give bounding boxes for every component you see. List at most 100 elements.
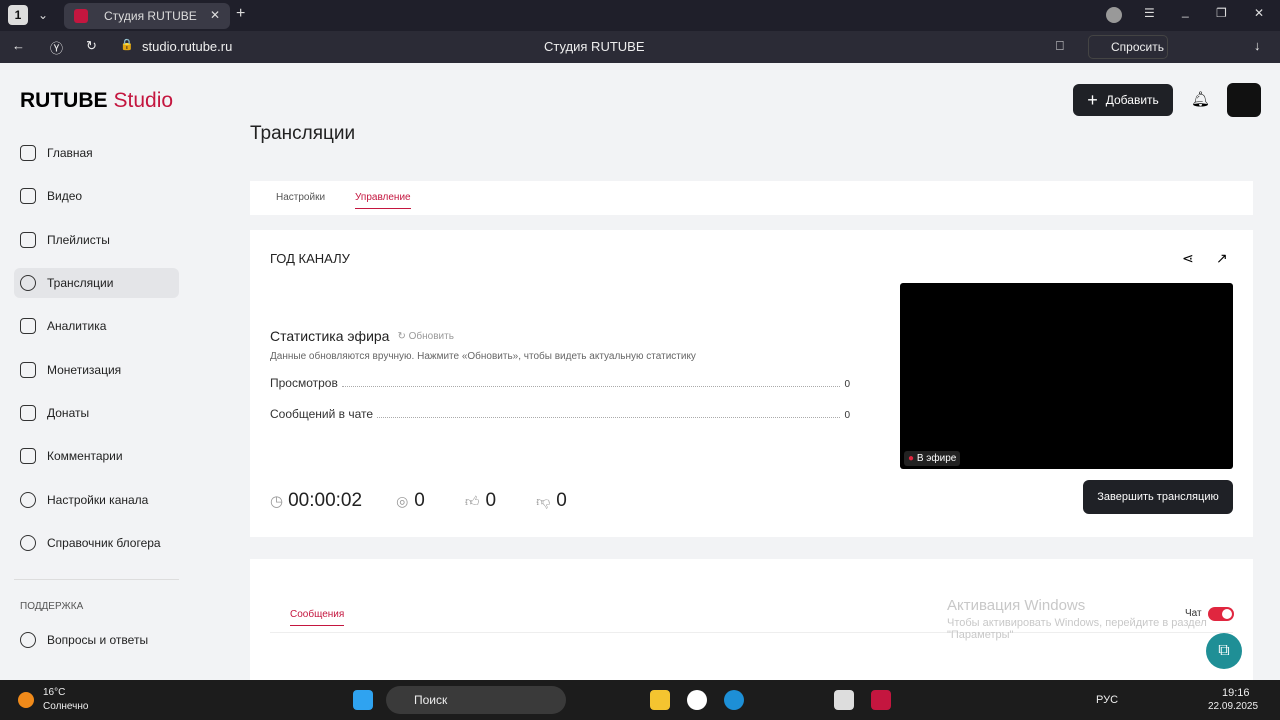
question-icon bbox=[20, 632, 36, 648]
video-icon bbox=[20, 188, 36, 204]
nav-label: Трансляции bbox=[47, 276, 114, 290]
sidebar-item-comments[interactable]: Комментарии bbox=[14, 441, 179, 471]
nav-label: Справочник блогера bbox=[47, 536, 161, 550]
download-icon[interactable]: ↓ bbox=[1254, 38, 1261, 53]
stat-label: Сообщений в чате bbox=[270, 407, 374, 421]
live-badge: ● В эфире bbox=[904, 451, 961, 466]
lang-indicator[interactable]: РУС bbox=[1096, 694, 1118, 706]
nav-label: Аналитика bbox=[47, 319, 107, 333]
stats-title: Статистика эфира bbox=[270, 328, 390, 344]
studio-page: RUTUBE Studio + Добавить 🔔︎ Главная Видео … bbox=[0, 63, 1268, 680]
ask-button[interactable]: Спросить bbox=[1088, 35, 1168, 59]
stat-label: Просмотров bbox=[270, 376, 338, 390]
browser-tab[interactable]: Студия RUTUBE ✕ bbox=[64, 3, 230, 29]
weather-icon bbox=[18, 692, 34, 708]
bookmark-icon[interactable]: ⎕ bbox=[1056, 38, 1064, 54]
search-label: Поиск bbox=[414, 693, 448, 707]
edge-icon[interactable] bbox=[724, 690, 744, 710]
sidebar-item-donations[interactable]: Донаты bbox=[14, 398, 179, 428]
page-title: Трансляции bbox=[250, 123, 356, 144]
chevron-down-icon[interactable]: ⌄ bbox=[38, 8, 48, 22]
external-link-icon[interactable]: ↗ bbox=[1216, 250, 1228, 267]
clock-time[interactable]: 19:16 bbox=[1222, 687, 1250, 699]
reload-icon[interactable]: ↻ bbox=[86, 38, 97, 54]
rutube-favicon bbox=[74, 9, 88, 23]
stat-row-views: Просмотров 0 bbox=[270, 376, 850, 390]
dislike-count: 0 bbox=[556, 490, 567, 511]
stats-note: Данные обновляются вручную. Нажмите «Обн… bbox=[270, 351, 696, 362]
close-tab-icon[interactable]: ✕ bbox=[210, 8, 220, 22]
stream-metrics: ◷ 00:00:02 ◎ 0 👍︎ 0 👎︎ 0 bbox=[270, 490, 567, 512]
back-icon[interactable]: ← bbox=[12, 38, 25, 53]
nav-label: Вопросы и ответы bbox=[47, 633, 149, 647]
sidebar-divider bbox=[14, 579, 179, 580]
avatar[interactable] bbox=[1227, 83, 1261, 117]
windows-start-icon[interactable] bbox=[353, 690, 373, 710]
end-stream-button[interactable]: Завершить трансляцию bbox=[1083, 480, 1233, 514]
nav-label: Комментарии bbox=[47, 449, 123, 463]
tab-manage[interactable]: Управление bbox=[355, 192, 411, 209]
url-field[interactable]: studio.rutube.ru bbox=[142, 39, 232, 54]
tab-messages[interactable]: Сообщения bbox=[290, 609, 345, 626]
sidebar-item-streams[interactable]: Трансляции bbox=[14, 268, 179, 298]
yandex-icon[interactable]: Ⓨ bbox=[50, 38, 63, 57]
support-heading: ПОДДЕРЖКА bbox=[20, 601, 84, 612]
menu-icon[interactable]: ☰ bbox=[1144, 6, 1155, 20]
dislike-icon: 👎︎ bbox=[536, 492, 551, 509]
store-icon[interactable] bbox=[834, 690, 854, 710]
rutube-studio-logo[interactable]: RUTUBE Studio bbox=[20, 89, 173, 113]
tab-settings[interactable]: Настройки bbox=[276, 192, 325, 203]
acrobat-icon[interactable] bbox=[871, 690, 891, 710]
stat-value: 0 bbox=[844, 379, 850, 390]
refresh-button[interactable]: ↻ Обновить bbox=[397, 331, 453, 342]
weather-text: Солнечно bbox=[43, 701, 89, 712]
sidebar-item-video[interactable]: Видео bbox=[14, 181, 179, 211]
like-count: 0 bbox=[485, 490, 497, 511]
stream-title: ГОД КАНАЛУ bbox=[270, 251, 350, 266]
add-button[interactable]: + Добавить bbox=[1073, 84, 1173, 116]
sidebar-item-faq[interactable]: Вопросы и ответы bbox=[14, 625, 179, 655]
yandex-browser-icon[interactable] bbox=[687, 690, 707, 710]
page-title-display: Студия RUTUBE bbox=[544, 39, 645, 54]
browser-tabbar: 1 ⌄ Студия RUTUBE ✕ + ☰ _ ❐ ✕ bbox=[0, 0, 1280, 31]
taskbar-search[interactable]: Поиск bbox=[386, 686, 566, 714]
stream-preview[interactable]: ● В эфире bbox=[900, 283, 1233, 469]
profile-icon[interactable] bbox=[1106, 7, 1122, 23]
watermark-text: Чтобы активировать Windows, перейдите в … bbox=[947, 617, 1207, 641]
tab-counter[interactable]: 1 bbox=[8, 5, 28, 25]
chat-toggle-label: Чат bbox=[1185, 608, 1202, 619]
sidebar-item-monetization[interactable]: Монетизация bbox=[14, 355, 179, 385]
nav-label: Главная bbox=[47, 146, 93, 160]
support-chat-button[interactable]: ⧉ bbox=[1206, 633, 1242, 669]
new-tab-icon[interactable]: + bbox=[236, 5, 245, 23]
sidebar-item-blogger-guide[interactable]: Справочник блогера bbox=[14, 528, 179, 558]
minimize-icon[interactable]: _ bbox=[1182, 4, 1189, 18]
nav-label: Плейлисты bbox=[47, 233, 110, 247]
monetization-icon bbox=[20, 362, 36, 378]
close-window-icon[interactable]: ✕ bbox=[1254, 6, 1264, 20]
chat-card: Сообщения Активация Windows Чтобы активир… bbox=[250, 559, 1253, 680]
broadcast-icon bbox=[20, 275, 36, 291]
like-icon: 👍︎ bbox=[464, 492, 480, 509]
explorer-icon[interactable] bbox=[650, 690, 670, 710]
nav-label: Монетизация bbox=[47, 363, 122, 377]
sidebar-item-analytics[interactable]: Аналитика bbox=[14, 311, 179, 341]
sidebar-item-channel-settings[interactable]: Настройки канала bbox=[14, 485, 179, 515]
restore-icon[interactable]: ❐ bbox=[1216, 6, 1227, 20]
nav-label: Настройки канала bbox=[47, 493, 149, 507]
nav-label: Видео bbox=[47, 189, 83, 203]
chat-toggle[interactable] bbox=[1208, 607, 1234, 621]
bell-icon[interactable]: 🔔︎ bbox=[1191, 90, 1210, 108]
refresh-label: Обновить bbox=[408, 330, 454, 342]
end-stream-label: Завершить трансляцию bbox=[1097, 491, 1219, 503]
viewer-count: 0 bbox=[414, 490, 425, 511]
ask-label: Спросить bbox=[1111, 40, 1164, 54]
stream-timer: 00:00:02 bbox=[288, 490, 363, 511]
sidebar-item-home[interactable]: Главная bbox=[14, 138, 179, 168]
stats-header: Статистика эфира ↻ Обновить bbox=[270, 328, 454, 344]
analytics-icon bbox=[20, 318, 36, 334]
sidebar-item-playlists[interactable]: Плейлисты bbox=[14, 225, 179, 255]
share-icon[interactable]: ⋖ bbox=[1182, 250, 1194, 267]
tab-title: Студия RUTUBE bbox=[104, 9, 197, 23]
clock-date[interactable]: 22.09.2025 bbox=[1208, 701, 1258, 712]
